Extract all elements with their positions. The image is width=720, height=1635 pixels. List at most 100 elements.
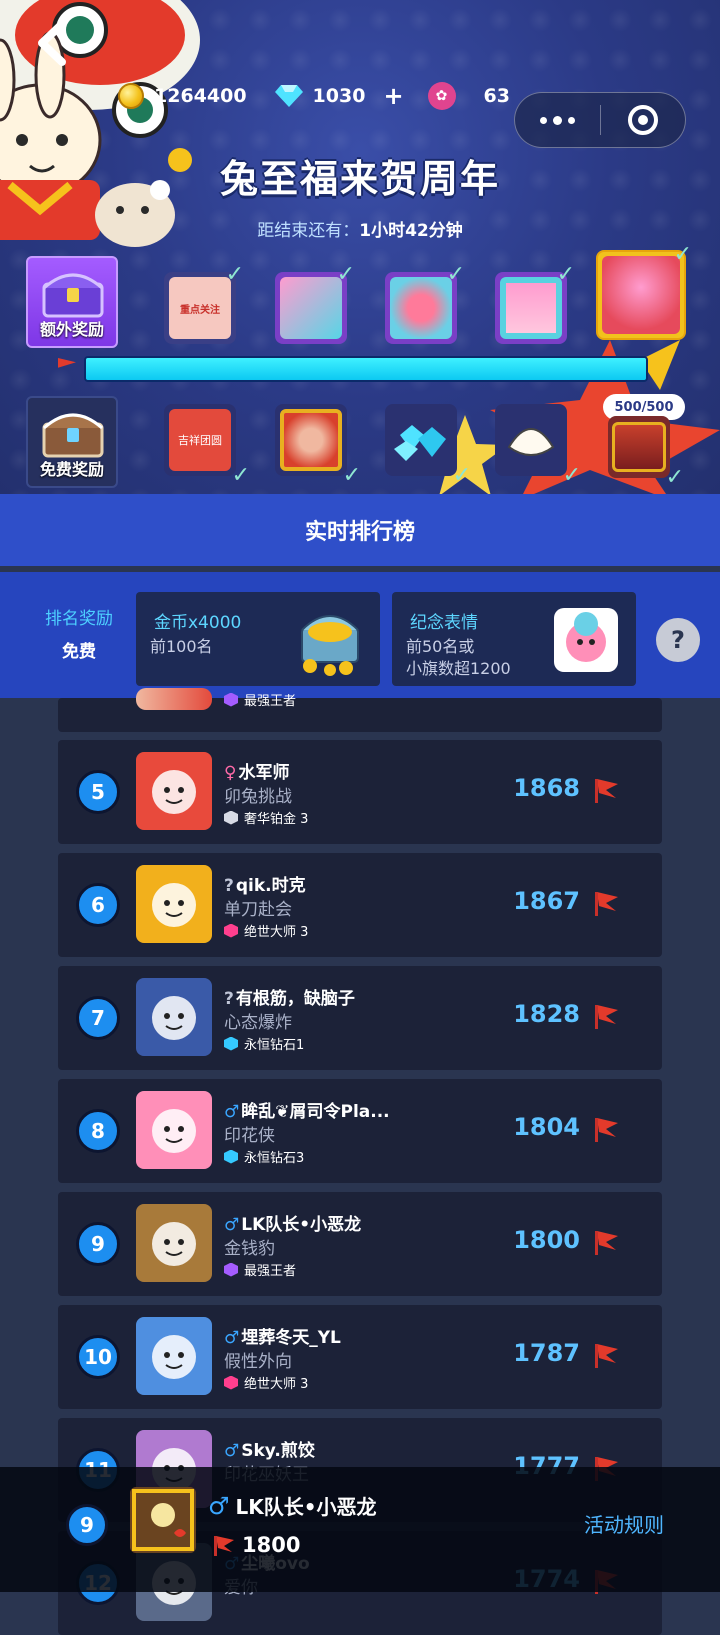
extra-reward-chest[interactable]: 额外奖励 — [26, 256, 118, 348]
gender-icon: ♂ — [224, 1102, 240, 1122]
free-reward-item-2[interactable]: ✓ — [275, 404, 361, 488]
more-options-button[interactable] — [515, 92, 600, 148]
prize-card-sticker[interactable]: 纪念表情 前50名或 小旗数超1200 — [392, 592, 636, 686]
my-rank-bar[interactable]: 9 ♂ LK队长•小恶龙 1800 活动规则 — [0, 1467, 720, 1592]
avatar — [136, 978, 212, 1056]
gender-icon: ? — [224, 876, 234, 896]
flag-icon — [595, 1118, 618, 1142]
player-name: ? qik.时克 — [224, 871, 306, 896]
tier-badge: 永恒钻石3 — [224, 1147, 304, 1166]
free-reward-item-4[interactable]: ✓ — [495, 404, 581, 488]
prize-label: 排名奖励 免费 — [36, 604, 122, 662]
player-score: 1867 — [513, 887, 580, 915]
player-score: 1787 — [513, 1339, 580, 1367]
back-button[interactable] — [28, 18, 78, 68]
player-name-text: qik.时克 — [235, 876, 306, 896]
check-icon: ✓ — [562, 463, 581, 488]
reward-progress-bar — [84, 356, 648, 382]
chest-icon — [42, 273, 104, 318]
prize-bar: 排名奖励 免费 金币x4000 前100名 纪念表情 前50名或 小旗数超120… — [0, 572, 720, 698]
player-name: ♂ LK队长•小恶龙 — [224, 1210, 361, 1235]
close-program-button[interactable] — [601, 92, 686, 148]
list-item[interactable]: 10 ♂ 埋葬冬天_YL 假性外向 绝世大师 3 1787 — [58, 1305, 662, 1409]
extra-reward-item-1[interactable]: 重点关注 ✓ — [164, 262, 244, 344]
prize-card-coins[interactable]: 金币x4000 前100名 — [136, 592, 380, 686]
avatar-image — [130, 1487, 196, 1553]
tier-gem-icon — [224, 1149, 238, 1164]
list-item[interactable]: 8 ♂ 眸乱❦屑司令Pla... 印花侠 永恒钻石3 1804 — [58, 1079, 662, 1183]
player-title: 金钱豹 — [224, 1239, 275, 1259]
prize-desc-line-1: 前50名或 — [406, 637, 475, 656]
extra-reward-item-3[interactable]: ✓ — [385, 262, 465, 344]
rank-number: 9 — [76, 1222, 120, 1266]
free-reward-item-3[interactable]: ✓ — [385, 404, 471, 488]
extra-reward-item-5[interactable]: ✓ — [596, 242, 692, 340]
reward-avatar — [280, 409, 342, 471]
tulip-icon: ✿ — [427, 82, 456, 110]
prize-desc: 前100名 — [150, 637, 213, 656]
list-item[interactable]: 5 ♀ 水军师 卯兔挑战 奢华铂金 3 1868 — [58, 740, 662, 844]
ranking-title: 实时排行榜 — [304, 520, 415, 545]
player-score: 1800 — [513, 1226, 580, 1254]
player-title: 印花侠 — [224, 1126, 275, 1146]
avatar — [136, 688, 212, 710]
tier-label: 奢华铂金 3 — [244, 812, 309, 827]
avatar-image — [152, 1222, 196, 1266]
list-item[interactable]: 9 ♂ LK队长•小恶龙 金钱豹 最强王者 1800 — [58, 1192, 662, 1296]
avatar-image — [152, 770, 196, 814]
help-button[interactable]: ? — [656, 618, 700, 662]
tier-label: 最强王者 — [244, 694, 297, 709]
avatar-image — [152, 883, 196, 927]
prize-desc: 前50名或 小旗数超1200 — [406, 636, 511, 680]
countdown-value: 1小时42分钟 — [359, 221, 463, 241]
gender-icon: ♂ — [224, 1328, 240, 1348]
countdown-label: 距结束还有： — [257, 221, 360, 241]
treasure-chest-icon — [301, 615, 359, 676]
tier-label: 绝世大师 3 — [244, 925, 309, 940]
list-item[interactable]: 7 ? 有根筋，缺脑子 心态爆炸 永恒钻石1 1828 — [58, 966, 662, 1070]
free-reward-chest[interactable]: 免费奖励 — [26, 396, 118, 488]
free-reward-label: 免费奖励 — [39, 460, 104, 479]
event-rules-link[interactable]: 活动规则 — [584, 1509, 664, 1538]
flag-icon — [595, 1005, 618, 1029]
tier-gem-icon — [224, 692, 238, 707]
prize-label-free: 免费 — [62, 642, 96, 662]
rank-number: 10 — [76, 1335, 120, 1379]
male-icon: ♂ — [208, 1492, 230, 1520]
reward-sticker: 吉祥团圆 — [169, 409, 231, 471]
reward-grand-prize — [602, 256, 680, 334]
extra-reward-item-4[interactable]: ✓ — [495, 262, 575, 344]
tier-gem-icon — [224, 1262, 238, 1277]
rank-number: 5 — [76, 770, 120, 814]
list-item-partial[interactable]: 最强王者 — [58, 688, 662, 732]
tier-label: 绝世大师 3 — [244, 1377, 309, 1392]
player-score: 1828 — [513, 1000, 580, 1028]
free-reward-item-1[interactable]: 吉祥团圆 ✓ — [164, 404, 250, 488]
my-score-value: 1800 — [242, 1533, 301, 1557]
free-reward-item-5[interactable]: ✓ — [608, 416, 684, 490]
avatar — [136, 752, 212, 830]
extra-reward-item-2[interactable]: ✓ — [275, 262, 355, 344]
list-item[interactable]: 6 ? qik.时克 单刀赴会 绝世大师 3 1867 — [58, 853, 662, 957]
flag-icon — [595, 779, 618, 803]
my-score: 1800 — [212, 1533, 300, 1557]
player-title: 单刀赴会 — [224, 900, 292, 920]
player-name-text: 眸乱❦屑司令Pla... — [241, 1102, 390, 1122]
player-name: ♂ 眸乱❦屑司令Pla... — [224, 1097, 390, 1122]
progress-fill — [86, 358, 646, 380]
rank-number: 6 — [76, 883, 120, 927]
reward-sticker: 重点关注 — [169, 277, 231, 339]
avatar-image — [152, 996, 196, 1040]
check-icon: ✓ — [446, 262, 465, 287]
my-name-text: LK队长•小恶龙 — [235, 1495, 377, 1519]
add-diamond-button[interactable]: + — [383, 82, 403, 110]
tier-gem-icon — [224, 1036, 238, 1051]
flag-icon — [595, 892, 618, 916]
flag-icon — [214, 1536, 234, 1556]
tier-gem-icon — [224, 810, 238, 825]
player-score: 1804 — [513, 1113, 580, 1141]
my-rank-number: 9 — [66, 1504, 108, 1546]
tier-badge: 奢华铂金 3 — [224, 808, 308, 827]
coin-icon — [118, 83, 144, 109]
extra-reward-label: 额外奖励 — [39, 320, 104, 339]
